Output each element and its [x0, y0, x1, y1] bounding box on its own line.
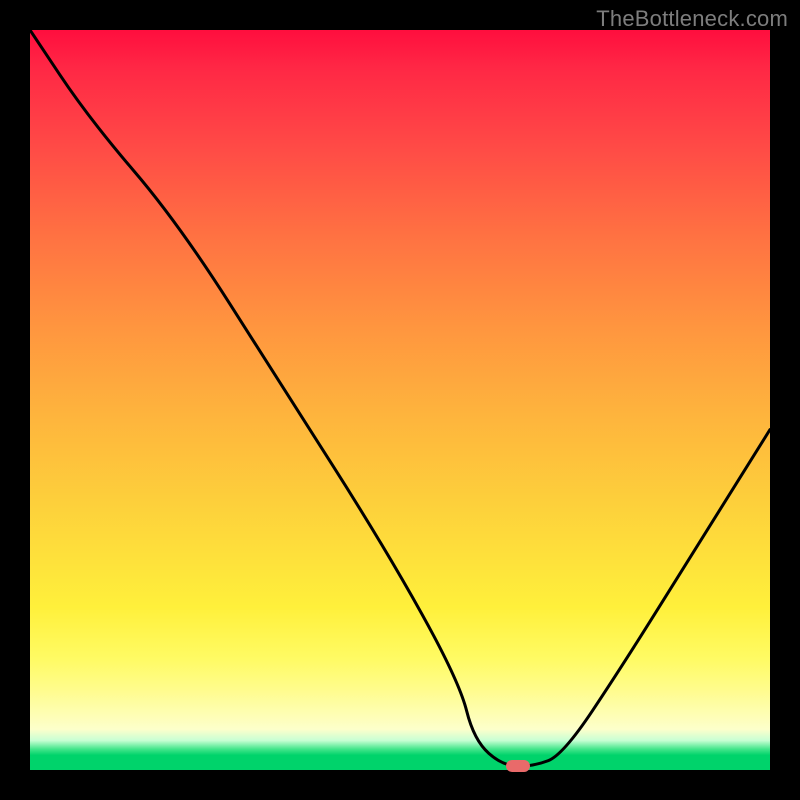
- chart-frame: TheBottleneck.com: [0, 0, 800, 800]
- watermark-text: TheBottleneck.com: [596, 6, 788, 32]
- optimal-point-marker: [506, 760, 530, 772]
- plot-area: [30, 30, 770, 770]
- bottleneck-curve: [30, 30, 770, 770]
